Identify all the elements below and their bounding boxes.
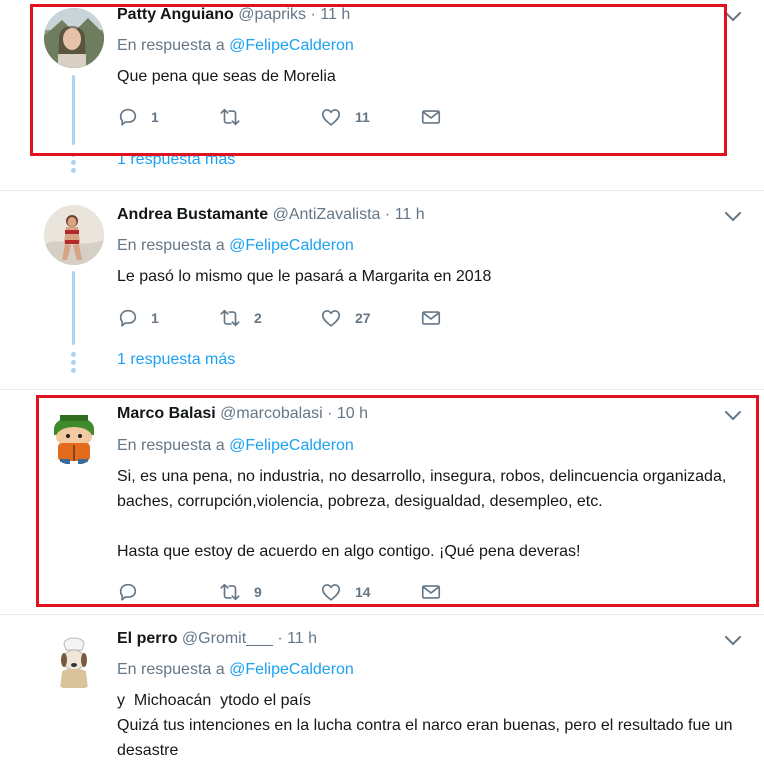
reply-button[interactable]: 1 [117,307,159,329]
tweet-4[interactable]: El perro @Gromit___ · 11 h En respuesta … [0,615,764,775]
mention-link[interactable]: @FelipeCalderon [229,661,354,678]
tweet-text-line-1: y Michoacán ytodo el país [117,692,311,709]
like-button[interactable]: 27 [319,307,371,329]
highlight-box-border [30,4,727,156]
tweet-text-line-2: Quizá tus intenciones en la lucha contra… [117,717,733,759]
chevron-down-icon[interactable] [724,635,742,647]
mention-link[interactable]: @FelipeCalderon [229,237,354,254]
envelope-icon [419,307,443,329]
avatar[interactable] [44,630,104,690]
dm-button[interactable] [419,307,443,329]
username[interactable]: @Gromit___ [182,630,273,647]
reply-count: 1 [151,310,159,326]
retweet-count: 2 [254,310,262,326]
thread-line [72,271,75,345]
reply-context: En respuesta a @FelipeCalderon [117,661,354,679]
reply-context: En respuesta a @FelipeCalderon [117,237,354,255]
tweet-2[interactable]: Andrea Bustamante @AntiZavalista · 11 h … [0,191,764,389]
like-count: 27 [355,310,371,326]
chevron-down-icon[interactable] [724,211,742,223]
reply-prefix: En respuesta a [117,237,225,254]
thread-dots [71,352,76,376]
tweet-actions: 1 2 27 [117,307,457,329]
tweet-text: Le pasó lo mismo que le pasará a Margari… [117,268,492,285]
retweet-button[interactable]: 2 [218,307,262,329]
timestamp[interactable]: 11 h [395,206,425,223]
separator: · [277,630,283,647]
tweet-header: El perro @Gromit___ · 11 h [117,630,317,648]
show-more-replies-link[interactable]: 1 respuesta más [117,351,235,369]
display-name[interactable]: El perro [117,630,177,647]
highlight-box [36,395,759,607]
display-name[interactable]: Andrea Bustamante [117,206,268,223]
retweet-icon [218,307,242,329]
tweet-header: Andrea Bustamante @AntiZavalista · 11 h [117,206,425,224]
separator: · [384,206,391,223]
avatar[interactable] [44,205,104,265]
reply-prefix: En respuesta a [117,661,225,678]
timestamp[interactable]: 11 h [287,630,317,647]
heart-icon [319,307,343,329]
username[interactable]: @AntiZavalista [273,206,381,223]
reply-icon [117,307,139,329]
